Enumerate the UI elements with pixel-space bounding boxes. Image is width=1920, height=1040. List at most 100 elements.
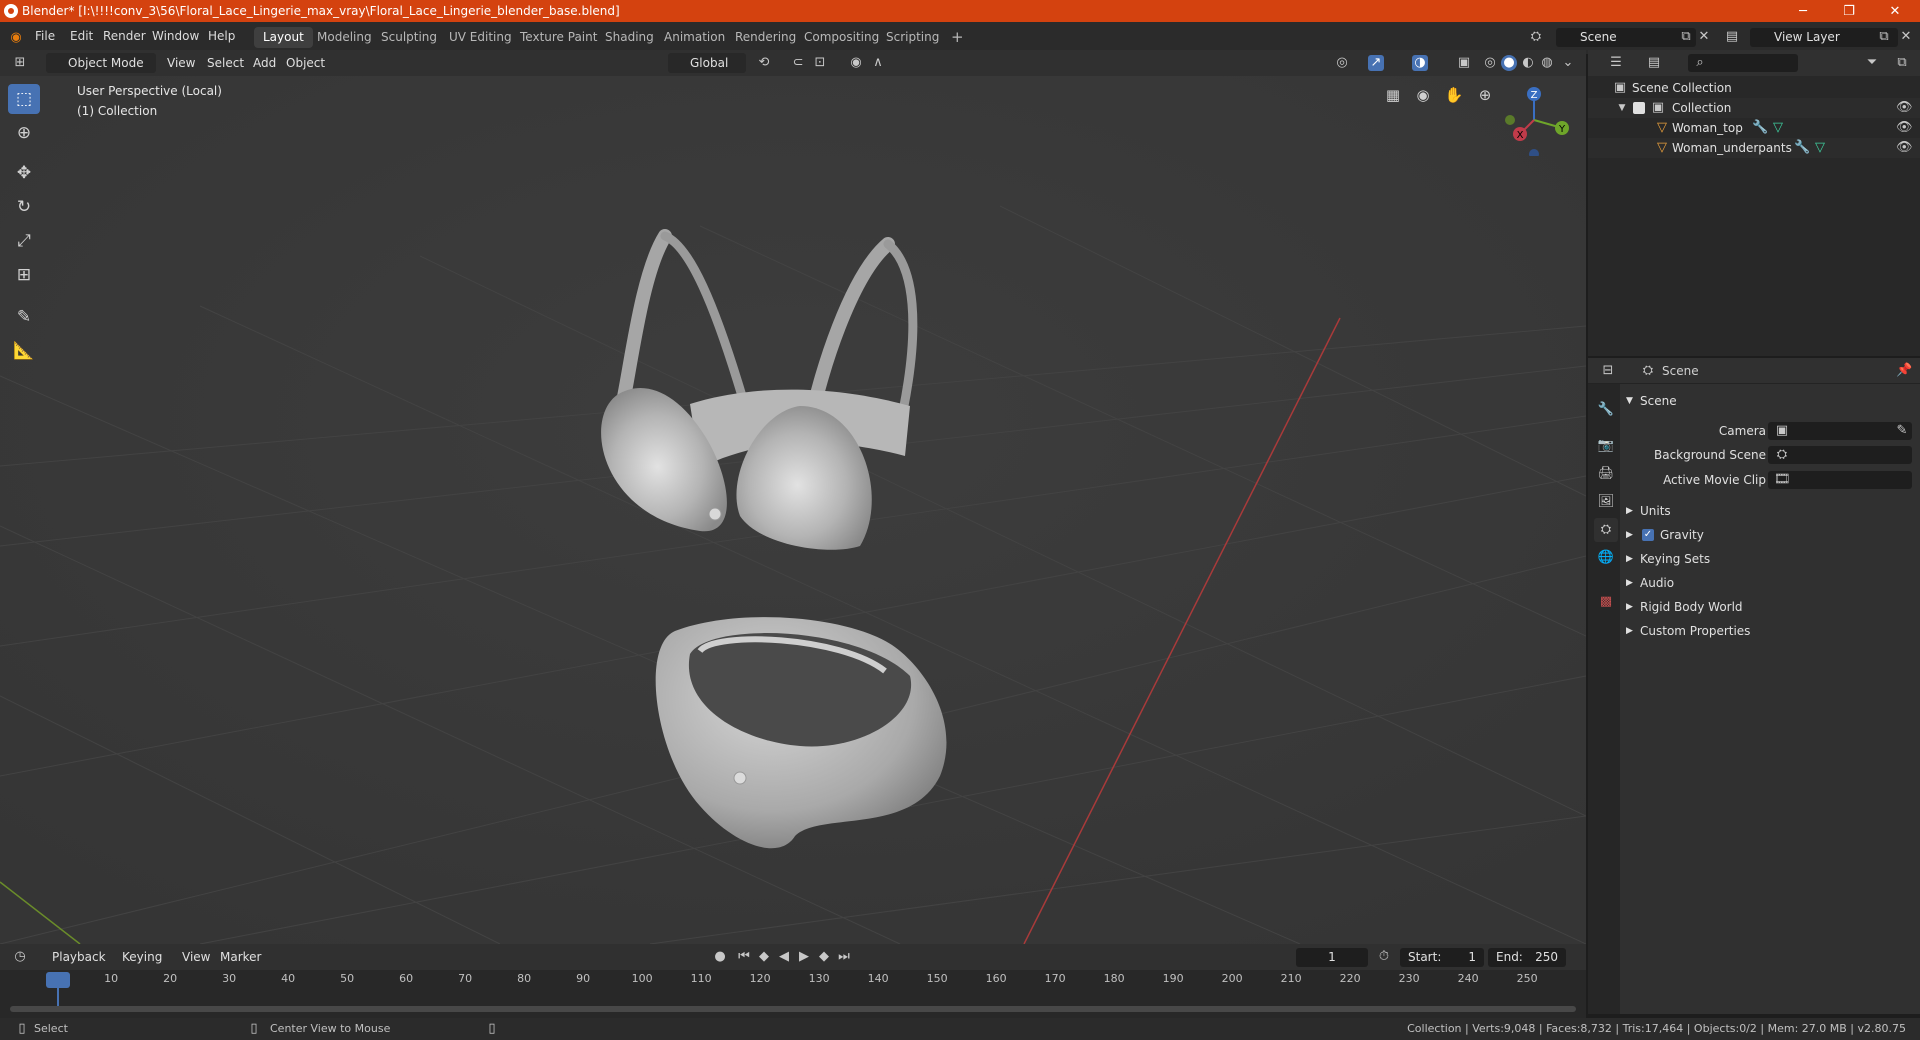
visibility-eye-icon[interactable]: 👁 [1896,140,1913,156]
output-tab-icon[interactable]: 🖨 [1594,462,1618,486]
toggle-grid-icon[interactable]: ▦ [1380,82,1406,108]
menu-window[interactable]: Window [152,29,199,43]
panel-gravity[interactable]: ▶ ✓ Gravity [1626,523,1920,547]
playhead[interactable] [46,972,70,988]
mesh-data-icon[interactable]: ▽ [1770,120,1786,136]
blender-menu-icon[interactable]: ◉ [8,30,24,46]
properties-editor-type-icon[interactable]: ⊟ [1600,363,1616,379]
menu-object[interactable]: Object [280,53,331,73]
prev-keyframe-icon[interactable]: ◆ [756,949,772,965]
panel-audio[interactable]: ▶ Audio [1626,571,1920,595]
mesh-data-icon[interactable]: ▽ [1812,140,1828,156]
camera-view-icon[interactable]: ◉ [1410,82,1436,108]
modifier-wrench-icon[interactable]: 🔧 [1752,120,1768,136]
proportional-editing-icon[interactable]: ◉ [848,55,864,71]
transform-tool-icon[interactable]: ⊞ [8,260,40,290]
move-tool-icon[interactable]: ✥ [8,158,40,188]
rendered-shading-icon[interactable]: ◍ [1539,55,1555,71]
editor-type-icon[interactable]: ⊞ [12,55,28,71]
collection-checkbox[interactable] [1633,102,1645,114]
remove-scene-icon[interactable]: ✕ [1696,29,1712,45]
outliner-row-scene-collection[interactable]: ▣ Scene Collection [1588,78,1920,98]
measure-tool-icon[interactable]: 📐 [8,336,40,366]
view-layer-selector-icon[interactable]: ▤ [1724,29,1740,45]
menu-view[interactable]: View [161,53,201,73]
menu-help[interactable]: Help [208,29,235,43]
tab-shading[interactable]: Shading [596,27,663,48]
visibility-eye-icon[interactable]: 👁 [1896,100,1913,116]
overlays-toggle-icon[interactable]: ◑ [1412,55,1428,71]
menu-playback[interactable]: Playback [46,947,112,967]
maximize-button[interactable]: ❐ [1826,0,1872,22]
rotate-tool-icon[interactable]: ↻ [8,192,40,222]
gravity-checkbox[interactable]: ✓ [1642,529,1654,541]
menu-add[interactable]: Add [247,53,282,73]
jump-start-icon[interactable]: ⏮ [736,949,752,965]
menu-file[interactable]: File [35,29,55,43]
scale-tool-icon[interactable]: ⤢ [8,226,40,256]
new-view-layer-icon[interactable]: ⧉ [1876,29,1892,45]
visibility-eye-icon[interactable]: 👁 [1896,120,1913,136]
select-box-tool-icon[interactable]: ⬚ [8,84,40,114]
visibility-icon[interactable]: ◎ [1334,55,1350,71]
snap-icon[interactable]: ⊂ [790,55,806,71]
play-reverse-icon[interactable]: ◀ [776,949,792,965]
scene-tab-icon[interactable]: ⛭ [1594,518,1618,542]
menu-render[interactable]: Render [103,29,146,43]
outliner-editor-type-icon[interactable]: ☰ [1608,55,1624,71]
collapse-arrow-icon[interactable]: ▼ [1614,100,1630,116]
timeline-scrollbar[interactable] [10,1006,1576,1012]
panel-keying-sets[interactable]: ▶ Keying Sets [1626,547,1920,571]
wireframe-shading-icon[interactable]: ◎ [1482,55,1498,71]
add-workspace-button[interactable]: + [942,27,973,48]
orientation-gizmo[interactable]: Z Y X [1496,76,1576,156]
snap-target-icon[interactable]: ⊡ [812,55,828,71]
outliner-row-collection[interactable]: ▼ ▣ Collection 👁 [1588,98,1920,118]
next-keyframe-icon[interactable]: ◆ [816,949,832,965]
pin-icon[interactable]: 📌 [1896,363,1912,379]
start-frame-field[interactable]: Start: 1 [1400,948,1484,967]
falloff-icon[interactable]: ∧ [870,55,886,71]
display-mode-icon[interactable]: ▤ [1646,55,1662,71]
gizmo-toggle-icon[interactable]: ↗ [1368,55,1384,71]
menu-view[interactable]: View [176,947,216,967]
timeline-body[interactable]: 1102030405060708090100110120130140150160… [0,970,1586,1018]
scene-selector-icon[interactable]: ⛭ [1528,29,1544,45]
texture-tab-icon[interactable]: ▩ [1594,590,1618,614]
current-frame-field[interactable]: 1 [1296,948,1368,967]
pivot-point-icon[interactable]: ⟲ [756,55,772,71]
remove-view-layer-icon[interactable]: ✕ [1898,29,1914,45]
tab-layout[interactable]: Layout [254,27,313,48]
end-frame-field[interactable]: End: 250 [1488,948,1566,967]
new-collection-icon[interactable]: ⧉ [1894,55,1910,71]
modifier-wrench-icon[interactable]: 🔧 [1794,140,1810,156]
tab-modeling[interactable]: Modeling [308,27,381,48]
annotate-tool-icon[interactable]: ✎ [8,302,40,332]
cursor-tool-icon[interactable]: ⊕ [8,118,40,148]
shading-options-icon[interactable]: ⌄ [1560,55,1576,71]
material-shading-icon[interactable]: ◐ [1520,55,1536,71]
timeline-editor-type-icon[interactable]: ◷ [12,949,28,965]
minimize-button[interactable]: ─ [1780,0,1826,22]
outliner-row-woman-underpants[interactable]: ▽ Woman_underpants 🔧 ▽ 👁 [1588,138,1920,158]
pan-hand-icon[interactable]: ✋ [1441,82,1467,108]
view-layer-tab-icon[interactable]: 🖼 [1594,490,1618,514]
jump-end-icon[interactable]: ⏭ [836,949,852,965]
record-icon[interactable]: ● [712,949,728,965]
frame-ruler[interactable]: 1102030405060708090100110120130140150160… [0,970,1586,990]
close-button[interactable]: ✕ [1872,0,1918,22]
eyedropper-icon[interactable]: ✎ [1894,423,1910,439]
scene-field[interactable]: Scene [1556,28,1696,47]
panel-rigid-body-world[interactable]: ▶ Rigid Body World [1626,595,1920,619]
tab-uv-editing[interactable]: UV Editing [440,27,521,48]
menu-select[interactable]: Select [201,53,250,73]
3d-viewport[interactable]: User Perspective (Local) (1) Collection … [0,76,1586,944]
tab-compositing[interactable]: Compositing [795,27,888,48]
menu-marker[interactable]: Marker [214,947,267,967]
world-tab-icon[interactable]: 🌐 [1594,546,1618,570]
outliner-row-woman-top[interactable]: ▽ Woman_top 🔧 ▽ 👁 [1588,118,1920,138]
menu-edit[interactable]: Edit [70,29,93,43]
stopwatch-icon[interactable]: ⏱ [1376,949,1392,965]
render-tab-icon[interactable]: 📷 [1594,434,1618,458]
new-scene-icon[interactable]: ⧉ [1678,29,1694,45]
